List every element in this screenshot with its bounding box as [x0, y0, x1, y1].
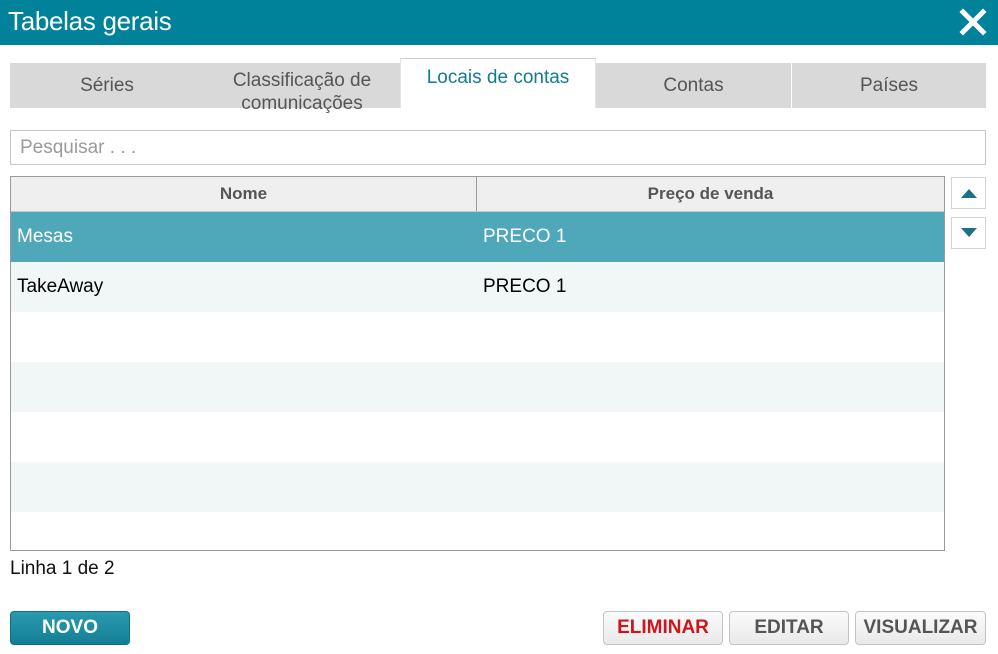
- title-bar: Tabelas gerais: [0, 0, 998, 45]
- tab-locais-de-contas[interactable]: Locais de contas: [400, 58, 596, 108]
- tab-classificacao-comunicacoes[interactable]: Classificação de comunicações: [204, 63, 400, 114]
- close-icon: [959, 8, 987, 36]
- cell-preco: PRECO 1: [483, 276, 567, 297]
- tab-label: Séries: [80, 75, 134, 96]
- tab-label: Classificação de comunicações: [232, 70, 372, 114]
- tab-label: Contas: [663, 75, 724, 96]
- window-title: Tabelas gerais: [8, 6, 172, 36]
- tab-label: Países: [859, 75, 919, 96]
- visualizar-button[interactable]: VISUALIZAR: [855, 611, 986, 645]
- grid-header: Nome Preço de venda: [11, 177, 944, 212]
- empty-row: [11, 312, 944, 362]
- scroll-down-button[interactable]: [951, 217, 986, 249]
- cell-preco: PRECO 1: [483, 226, 567, 247]
- data-grid: Nome Preço de venda Mesas PRECO 1 TakeAw…: [10, 176, 945, 551]
- column-header-preco-de-venda[interactable]: Preço de venda: [477, 177, 944, 211]
- empty-row: [11, 512, 944, 550]
- arrow-down-icon: [961, 228, 977, 237]
- tab-series[interactable]: Séries: [10, 63, 204, 108]
- tab-label: Locais de contas: [426, 67, 570, 88]
- empty-row: [11, 362, 944, 412]
- scroll-up-button[interactable]: [951, 177, 986, 209]
- tab-bar: Séries Classificação de comunicações Loc…: [10, 58, 986, 114]
- tab-paises[interactable]: Países: [791, 63, 986, 108]
- column-header-nome[interactable]: Nome: [11, 177, 477, 211]
- search-input[interactable]: [10, 130, 986, 165]
- empty-row: [11, 412, 944, 462]
- editar-button[interactable]: EDITAR: [729, 611, 849, 645]
- empty-row: [11, 462, 944, 512]
- table-row[interactable]: TakeAway PRECO 1: [11, 262, 944, 312]
- close-button[interactable]: [958, 7, 988, 37]
- table-row[interactable]: Mesas PRECO 1: [11, 212, 944, 262]
- novo-button[interactable]: NOVO: [10, 611, 130, 645]
- eliminar-button[interactable]: ELIMINAR: [603, 611, 723, 645]
- tab-contas[interactable]: Contas: [596, 63, 791, 108]
- row-counter: Linha 1 de 2: [10, 558, 115, 579]
- arrow-up-icon: [961, 189, 977, 198]
- cell-nome: Mesas: [17, 226, 73, 247]
- cell-nome: TakeAway: [17, 276, 104, 297]
